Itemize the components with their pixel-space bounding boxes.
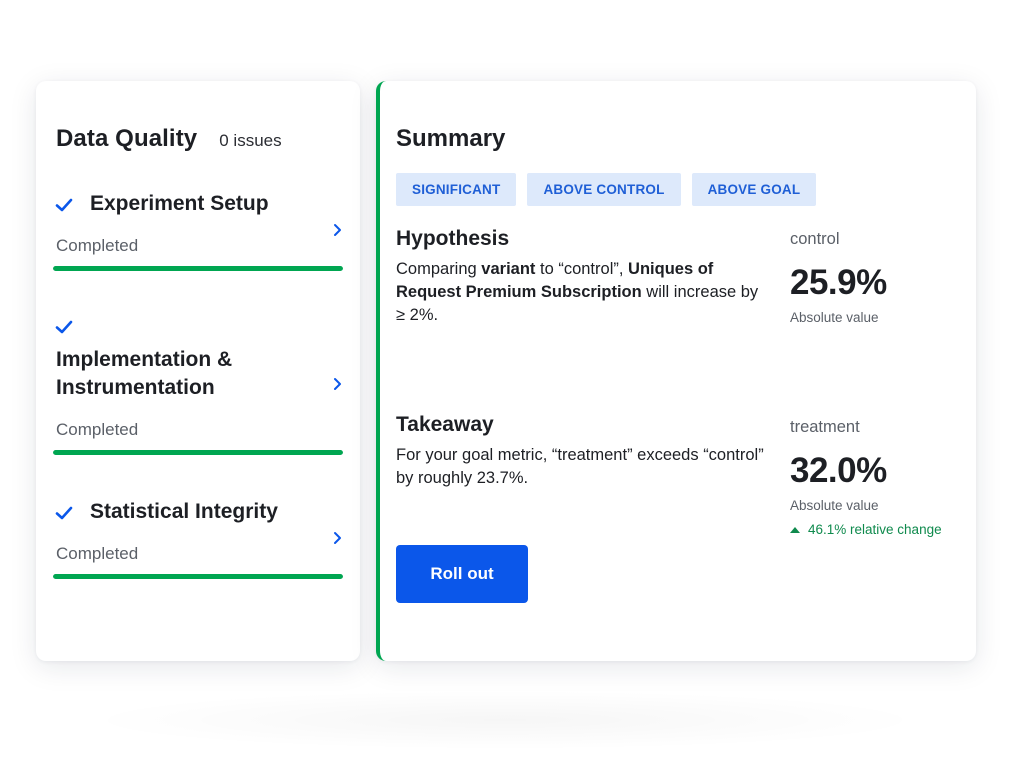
data-quality-title: Data Quality [56,125,198,152]
issues-count: 0 issues [219,131,282,150]
step-title: Experiment Setup [90,192,269,215]
background-shadow [80,690,930,750]
hypothesis-variant: variant [481,260,536,278]
checkmark-icon [54,503,74,523]
stage: Data Quality 0 issues Experiment Setup C… [0,0,1012,771]
takeaway-title: Takeaway [396,413,494,436]
progress-fill [53,266,343,271]
treatment-value: 32.0% [790,451,887,490]
status-tags: SIGNIFICANT ABOVE CONTROL ABOVE GOAL [396,173,817,206]
hypothesis-text-part: to “control”, [535,260,629,278]
step-title: Statistical Integrity [90,500,278,523]
summary-title: Summary [396,125,506,152]
up-arrow-icon [790,526,800,533]
hypothesis-title: Hypothesis [396,227,510,250]
step-progress-bar [53,450,343,455]
step-status: Completed [56,236,139,255]
hypothesis-text-part: Comparing [396,260,482,278]
progress-fill [53,574,343,579]
treatment-sub: Absolute value [790,498,879,513]
control-label: control [790,230,840,248]
progress-fill [53,450,343,455]
roll-out-button[interactable]: Roll out [396,545,528,603]
step-progress-bar [53,266,343,271]
chevron-right-icon[interactable] [332,377,344,391]
tag-above-goal: ABOVE GOAL [691,173,817,206]
checkmark-icon [54,195,74,215]
relative-change: 46.1% relative change [790,522,942,537]
control-sub: Absolute value [790,310,879,325]
step-status: Completed [56,544,139,563]
data-quality-header: Data Quality 0 issues [56,125,282,153]
tag-above-control: ABOVE CONTROL [527,173,681,206]
treatment-label: treatment [790,418,860,436]
takeaway-text: For your goal metric, “treatment” exceed… [396,446,764,487]
step-title-line-1: Implementation & [56,348,233,371]
summary-card: Summary SIGNIFICANT ABOVE CONTROL ABOVE … [376,81,976,661]
step-title-line-2: Instrumentation [56,376,215,399]
step-progress-bar [53,574,343,579]
chevron-right-icon[interactable] [332,223,344,237]
checkmark-icon [54,317,74,337]
hypothesis-text: Comparing variant to “control”, Uniques … [396,258,766,327]
data-quality-card: Data Quality 0 issues Experiment Setup C… [36,81,360,661]
chevron-right-icon[interactable] [332,531,344,545]
control-value: 25.9% [790,263,887,302]
tag-significant: SIGNIFICANT [396,173,517,206]
step-status: Completed [56,420,139,439]
relative-change-text: 46.1% relative change [808,522,942,537]
